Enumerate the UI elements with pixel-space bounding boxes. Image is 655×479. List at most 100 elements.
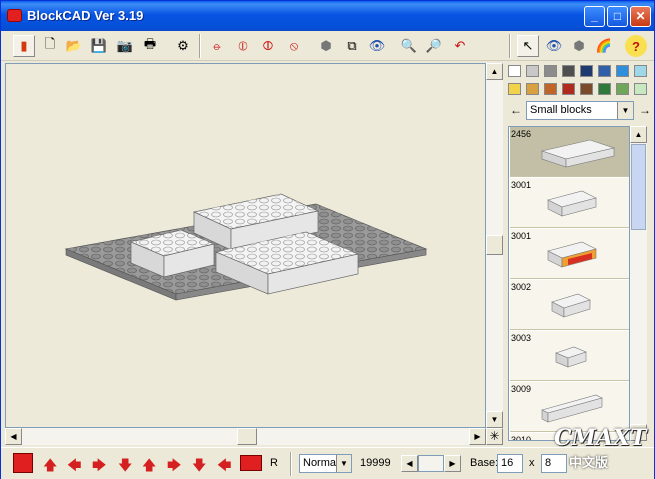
toolbar-separator	[199, 34, 201, 58]
part-item[interactable]: 3001	[510, 178, 629, 228]
part-item[interactable]: 3002	[510, 280, 629, 330]
undo-icon[interactable]: ↶	[449, 35, 471, 57]
title-bar: BlockCAD Ver 3.19 _ □ ✕	[1, 1, 654, 31]
part-id: 3001	[511, 180, 532, 190]
scroll-right-icon[interactable]: ▶	[469, 428, 486, 445]
chevron-down-icon[interactable]: ▼	[336, 455, 351, 472]
level-track[interactable]	[418, 455, 444, 472]
scroll-up-icon[interactable]: ▲	[486, 63, 503, 80]
color-swatch[interactable]	[598, 65, 611, 77]
rainbow-icon[interactable]: 🌈	[593, 35, 615, 57]
category-selector: ← Small blocks ▼ →	[506, 100, 654, 122]
color-swatch[interactable]	[580, 65, 593, 77]
move-up-icon[interactable]: 🡅	[43, 455, 57, 479]
move-up-right-icon[interactable]: 🡅	[142, 455, 156, 479]
part-item[interactable]: 3001	[510, 229, 629, 279]
camera-icon[interactable]: 📷	[114, 35, 136, 57]
color-swatch[interactable]	[634, 83, 647, 95]
brick-tool-icon[interactable]: ▮	[13, 35, 35, 57]
rotate-left-icon[interactable]: ⦵	[206, 35, 228, 57]
maximize-button[interactable]: □	[607, 6, 628, 27]
move-left-icon[interactable]: 🡄	[67, 455, 81, 479]
color-swatch[interactable]	[508, 83, 521, 95]
window-title: BlockCAD Ver 3.19	[27, 8, 144, 23]
model-viewport[interactable]	[5, 63, 486, 428]
category-dropdown[interactable]: Small blocks ▼	[526, 101, 634, 120]
color-swatch[interactable]	[616, 65, 629, 77]
view-brick-icon[interactable]: ⬢	[315, 35, 337, 57]
pointer-icon[interactable]: ↖	[517, 35, 539, 57]
part-id: 3010	[511, 435, 532, 441]
move-up-left-icon[interactable]: 🡄	[217, 455, 231, 479]
part-item[interactable]: 3003	[510, 331, 629, 381]
part-id: 3003	[511, 333, 532, 343]
horizontal-scroll-thumb[interactable]	[237, 428, 257, 445]
viewport-horizontal-scrollbar[interactable]: ◀ ▶	[5, 428, 486, 445]
move-right-icon[interactable]: 🡆	[92, 455, 106, 479]
color-swatch[interactable]	[580, 83, 593, 95]
watermark-subtitle: 中文版	[569, 455, 609, 470]
parts-scrollbar[interactable]: ▲ ▼	[630, 126, 647, 441]
color-swatch[interactable]	[544, 65, 557, 77]
part-item[interactable]: 2456	[510, 127, 629, 177]
vertical-scroll-thumb[interactable]	[486, 235, 503, 255]
color-swatch[interactable]	[526, 65, 539, 77]
base-width-field[interactable]: 16	[497, 454, 523, 473]
app-window: BlockCAD Ver 3.19 _ □ ✕ ▮ 🗋 📂 💾 📷 🖶 ⚙ ⦵ …	[0, 0, 655, 479]
rotate-up-icon[interactable]: ⦸	[283, 35, 305, 57]
brick-view-icon[interactable]: ⬢	[568, 35, 590, 57]
scroll-down-icon[interactable]: ▼	[486, 411, 503, 428]
color-palette	[508, 65, 654, 99]
color-swatch[interactable]	[526, 83, 539, 95]
part-id: 3001	[511, 231, 532, 241]
zoom-out-icon[interactable]: 🔎	[423, 35, 445, 57]
color-swatch[interactable]	[562, 83, 575, 95]
rotate-label[interactable]: R	[270, 457, 278, 469]
new-file-icon[interactable]: 🗋	[39, 35, 61, 57]
viewport-vertical-scrollbar[interactable]: ▲ ▼	[486, 63, 503, 428]
close-button[interactable]: ✕	[630, 6, 651, 27]
open-folder-icon[interactable]: 📂	[63, 35, 85, 57]
watermark-logo: CMAXT	[554, 425, 647, 451]
app-icon[interactable]	[7, 9, 22, 22]
color-swatch[interactable]	[598, 83, 611, 95]
color-swatch[interactable]	[562, 65, 575, 77]
scroll-up-icon[interactable]: ▲	[630, 126, 647, 143]
rotate-down-icon[interactable]: ⦷	[257, 35, 279, 57]
color-swatch[interactable]	[634, 65, 647, 77]
base-label: Base:	[470, 457, 499, 469]
scroll-left-icon[interactable]: ◀	[5, 428, 22, 445]
help-icon[interactable]: ?	[625, 35, 647, 57]
base-height-field[interactable]: 8	[541, 454, 567, 473]
piece-count: 19999	[360, 457, 391, 469]
next-category-icon[interactable]: →	[639, 103, 651, 117]
move-down-right-icon[interactable]: 🡆	[167, 455, 181, 479]
move-down-left-icon[interactable]: 🡇	[192, 455, 206, 479]
save-icon[interactable]: 💾	[88, 35, 110, 57]
color-swatch[interactable]	[508, 65, 521, 77]
color-swatch[interactable]	[544, 83, 557, 95]
eye-icon[interactable]: 👁	[366, 35, 388, 57]
scroll-left-icon[interactable]: ◀	[401, 455, 418, 472]
main-toolbar: ▮ 🗋 📂 💾 📷 🖶 ⚙ ⦵ ⦶ ⦷ ⦸ ⬢ ⧉ 👁 🔍 🔎 ↶ ↖ 👁 ⬢ …	[1, 31, 654, 61]
prev-category-icon[interactable]: ←	[510, 103, 522, 117]
brick-icon[interactable]	[240, 455, 262, 471]
chevron-down-icon[interactable]: ▼	[617, 102, 633, 119]
grid-brick-icon[interactable]	[13, 453, 33, 473]
parts-scroll-thumb[interactable]	[631, 144, 646, 230]
category-value: Small blocks	[530, 104, 592, 116]
color-swatch[interactable]	[616, 83, 629, 95]
print-icon[interactable]: 🖶	[139, 35, 161, 57]
center-view-icon[interactable]: ✳	[486, 428, 503, 445]
zoom-in-icon[interactable]: 🔍	[398, 35, 420, 57]
rotate-right-icon[interactable]: ⦶	[232, 35, 254, 57]
gear-icon[interactable]: ⚙	[172, 35, 194, 57]
minimize-button[interactable]: _	[584, 6, 605, 27]
scroll-right-icon[interactable]: ▶	[444, 455, 461, 472]
toolbar-separator	[509, 34, 511, 58]
eye-view-icon[interactable]: 👁	[543, 35, 565, 57]
view-box-icon[interactable]: ⧉	[341, 35, 363, 57]
render-mode-dropdown[interactable]: Norma ▼	[299, 454, 352, 473]
part-id: 3009	[511, 384, 532, 394]
move-down-icon[interactable]: 🡇	[118, 455, 132, 479]
